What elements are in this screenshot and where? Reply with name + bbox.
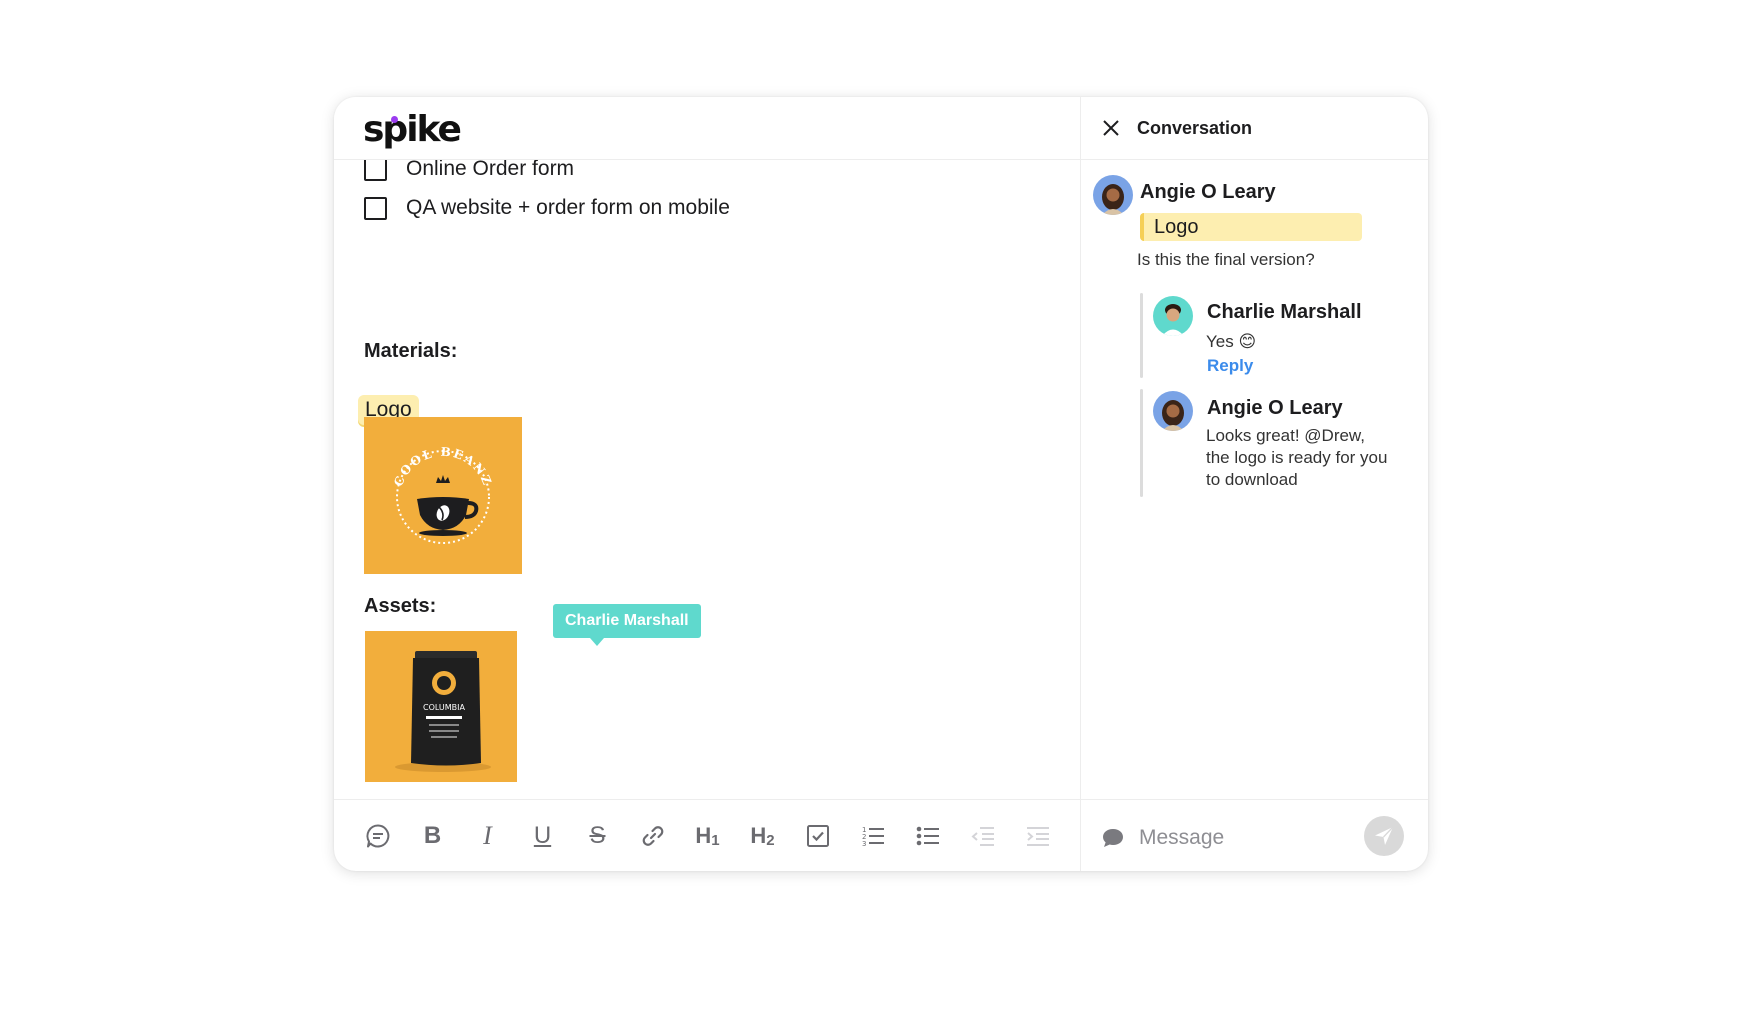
heading-2-button[interactable]: H2 — [735, 816, 790, 856]
logo-dot — [391, 116, 398, 123]
comment-author: Angie O Leary — [1140, 181, 1276, 203]
strikethrough-button[interactable]: S — [570, 816, 625, 856]
coffee-bag-graphic: COLUMBIA — [395, 651, 491, 772]
avatar-charlie — [1153, 296, 1193, 336]
indent-button[interactable] — [1010, 816, 1065, 856]
reply-author: Charlie Marshall — [1207, 301, 1362, 323]
outdent-button[interactable] — [955, 816, 1010, 856]
bold-button[interactable]: B — [405, 816, 460, 856]
comment-icon — [365, 823, 389, 847]
conversation-title: Conversation — [1137, 117, 1253, 138]
checklist-item: QA website + order form on mobile — [364, 196, 730, 220]
indent-icon — [1026, 826, 1049, 846]
checkbox[interactable] — [364, 196, 387, 220]
avatar[interactable] — [1093, 175, 1133, 215]
avatar-angie — [1153, 391, 1193, 431]
send-icon — [1375, 826, 1394, 845]
editor-content[interactable]: Online Order form QA website + order for… — [334, 157, 1080, 799]
checkbox-icon — [806, 824, 829, 847]
reply-text: Yes 😊 — [1206, 331, 1256, 353]
comment-logo-tag[interactable]: Logo — [1140, 213, 1362, 241]
comment-text: Is this the final version? — [1137, 250, 1315, 269]
formatting-toolbar: B I U S H1 H2 1 2 3 — [334, 799, 1080, 871]
numbered-list-button[interactable]: 1 2 3 — [845, 816, 900, 856]
checkbox[interactable] — [364, 157, 387, 181]
heading-1-button[interactable]: H1 — [680, 816, 735, 856]
thread-line — [1140, 389, 1143, 497]
bold-label: B — [423, 821, 442, 849]
numbered-list-icon: 1 2 3 — [862, 826, 884, 848]
avatar[interactable] — [1153, 296, 1193, 336]
reply-link[interactable]: Reply — [1207, 356, 1253, 376]
link-icon — [642, 825, 663, 846]
message-input[interactable] — [1137, 820, 1361, 856]
message-composer — [1081, 799, 1428, 871]
heading-1-label: H1 — [695, 822, 720, 849]
coffee-logo-graphic: COOL BEANZ — [391, 445, 493, 544]
close-button[interactable] — [1099, 116, 1123, 140]
outdent-icon — [970, 826, 994, 846]
avatar[interactable] — [1153, 391, 1193, 431]
logo-image[interactable]: COOL BEANZ — [364, 417, 522, 574]
italic-label: I — [483, 820, 492, 850]
bullet-list-icon — [916, 826, 939, 845]
spike-logo[interactable]: spike — [363, 109, 462, 151]
collaborator-cursor-tooltip: Charlie Marshall — [553, 604, 701, 646]
conversation-header: Conversation — [1081, 97, 1428, 160]
comment-button[interactable] — [350, 816, 405, 856]
send-button[interactable] — [1364, 816, 1404, 856]
reply-text: Looks great! @Drew, the logo is ready fo… — [1206, 426, 1388, 489]
conversation-panel: Conversation Angie O Leary Logo Is this … — [1080, 97, 1428, 871]
materials-label: Materials: — [364, 340, 458, 362]
checklist-label: QA website + order form on mobile — [406, 196, 730, 219]
svg-text:3: 3 — [862, 840, 866, 848]
link-button[interactable] — [625, 816, 680, 856]
checklist-button[interactable] — [790, 816, 845, 856]
italic-button[interactable]: I — [460, 816, 515, 856]
assets-label: Assets: — [364, 595, 437, 617]
heading-2-label: H2 — [750, 822, 775, 849]
app-window: spike Online Order form QA website + ord… — [334, 97, 1428, 871]
editor-topbar: spike — [334, 97, 1080, 160]
coffee-package-image[interactable]: COLUMBIA — [365, 631, 517, 782]
close-icon — [1103, 120, 1119, 136]
avatar-angie — [1093, 175, 1133, 215]
svg-text:COLUMBIA: COLUMBIA — [423, 703, 466, 712]
chat-bubble-icon — [1103, 829, 1123, 847]
underline-button[interactable]: U — [515, 816, 570, 856]
thread-line — [1140, 293, 1143, 378]
checklist-label: Online Order form — [406, 157, 575, 180]
smile-emoji-icon: 😊 — [1238, 332, 1257, 351]
underline-label: U — [533, 821, 552, 849]
reply-author: Angie O Leary — [1207, 397, 1343, 419]
bullet-list-button[interactable] — [900, 816, 955, 856]
strikethrough-label: S — [589, 821, 606, 849]
logo-text: spike — [363, 109, 462, 150]
reply-text-content: Yes — [1206, 332, 1234, 351]
checklist-item: Online Order form — [364, 157, 574, 181]
editor-pane: spike Online Order form QA website + ord… — [334, 97, 1080, 871]
